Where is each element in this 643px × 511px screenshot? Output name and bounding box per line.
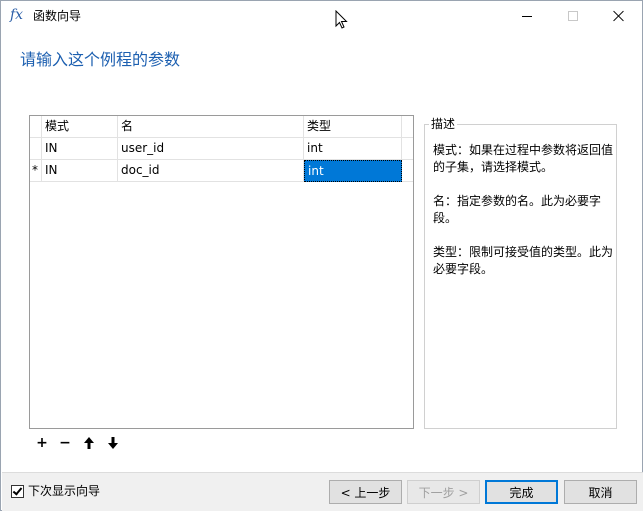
parameter-grid[interactable]: 模式 名 类型 IN user_id int * IN doc_id int <box>29 115 414 429</box>
maximize-button[interactable] <box>550 1 596 31</box>
page-heading: 请输入这个例程的参数 <box>20 50 181 69</box>
title-bar: fx 函数向导 <box>1 1 642 31</box>
table-row[interactable]: IN user_id int <box>30 138 413 160</box>
close-icon <box>613 10 625 22</box>
function-wizard-window: fx 函数向导 请输入这个例程的参数 模式 名 类型 IN user_id in… <box>0 0 643 511</box>
add-parameter-icon[interactable]: + <box>34 435 50 451</box>
description-legend: 描述 <box>429 117 458 131</box>
row-marker <box>30 138 42 160</box>
row-filler-cell <box>402 138 413 160</box>
description-mode: 模式：如果在过程中参数将返回值的子集，请选择模式。 <box>433 143 614 174</box>
header-marker-cell <box>30 116 42 138</box>
type-cell[interactable]: int <box>304 138 402 160</box>
minimize-button[interactable] <box>504 1 550 31</box>
minimize-icon <box>522 15 532 17</box>
type-cell-selected[interactable]: int <box>304 160 402 182</box>
name-cell[interactable]: user_id <box>118 138 304 160</box>
grid-header-row: 模式 名 类型 <box>30 116 413 138</box>
maximize-icon <box>568 11 578 21</box>
fx-icon: fx <box>10 7 24 23</box>
close-button[interactable] <box>596 1 642 31</box>
mode-cell[interactable]: IN <box>42 160 118 182</box>
row-filler-cell <box>402 160 413 182</box>
window-title: 函数向导 <box>33 9 82 23</box>
column-header-mode[interactable]: 模式 <box>42 116 118 138</box>
show-wizard-checkbox[interactable] <box>11 485 24 498</box>
previous-button[interactable]: < 上一步 <box>329 480 402 504</box>
next-button: 下一步 > <box>407 480 480 504</box>
header-filler-cell <box>402 116 413 138</box>
column-header-type[interactable]: 类型 <box>304 116 402 138</box>
column-header-name[interactable]: 名 <box>118 116 304 138</box>
checkmark-icon <box>12 485 23 496</box>
show-wizard-label[interactable]: 下次显示向导 <box>28 484 100 499</box>
name-cell[interactable]: doc_id <box>118 160 304 182</box>
table-row[interactable]: * IN doc_id int <box>30 160 413 182</box>
mode-cell[interactable]: IN <box>42 138 118 160</box>
move-up-icon[interactable] <box>81 435 97 451</box>
remove-parameter-icon[interactable]: − <box>57 435 73 451</box>
finish-button[interactable]: 完成 <box>485 480 558 504</box>
move-down-icon[interactable] <box>105 435 121 451</box>
description-type: 类型：限制可接受值的类型。此为必要字段。 <box>433 245 614 276</box>
description-text: 模式：如果在过程中参数将返回值的子集，请选择模式。 名：指定参数的名。此为必要字… <box>433 142 613 295</box>
description-name: 名：指定参数的名。此为必要字段。 <box>433 194 602 225</box>
row-marker: * <box>30 160 42 182</box>
cancel-button[interactable]: 取消 <box>564 480 637 504</box>
mouse-cursor-icon <box>335 10 348 29</box>
